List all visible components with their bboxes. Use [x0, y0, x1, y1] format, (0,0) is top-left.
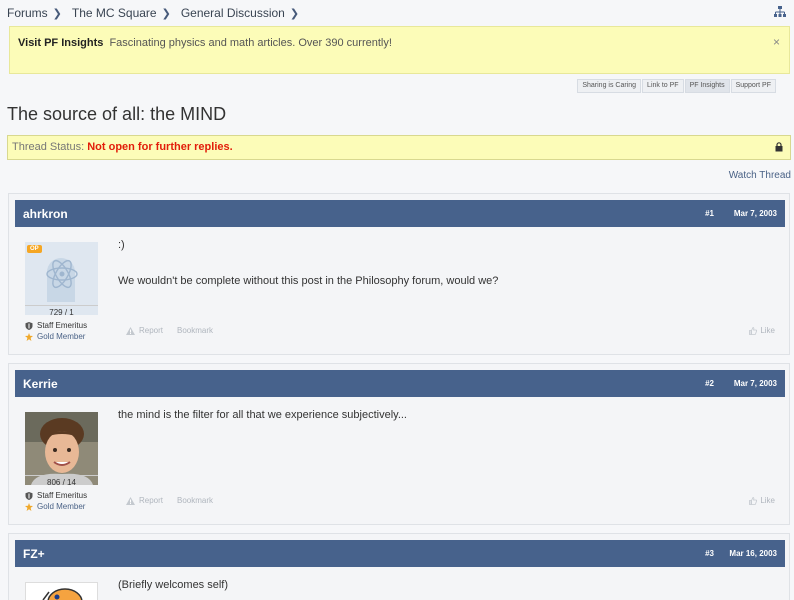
post-header: ahrkron #1 Mar 7, 2003	[15, 200, 785, 227]
breadcrumb-mc-square[interactable]: The MC Square ❯	[72, 6, 181, 20]
page-title: The source of all: the MIND	[7, 104, 227, 124]
chevron-right-icon: ❯	[161, 7, 171, 20]
user-roles: Staff Emeritus Gold Member	[25, 491, 87, 511]
post-text-line: the mind is the filter for all that we e…	[118, 409, 407, 421]
breadcrumb-label[interactable]: Forums	[7, 6, 48, 20]
notice-text: Visit PF Insights Fascinating physics an…	[18, 37, 392, 49]
post-body: the mind is the filter for all that we e…	[118, 397, 407, 433]
share-tab-support[interactable]: Support PF	[730, 79, 776, 93]
thread-status-label: Thread Status:	[12, 141, 85, 153]
post-header: Kerrie #2 Mar 7, 2003	[15, 370, 785, 397]
watch-thread-link[interactable]: Watch Thread	[729, 170, 791, 181]
post-number[interactable]: #3	[705, 549, 714, 558]
avatar[interactable]	[25, 582, 98, 600]
post-body: :) We wouldn't be complete without this …	[118, 227, 498, 299]
op-badge: OP	[27, 245, 42, 253]
like-label[interactable]: Like	[760, 326, 775, 335]
like-button[interactable]: Like	[749, 496, 775, 505]
like-button[interactable]: Like	[749, 326, 775, 335]
shield-icon	[25, 491, 33, 500]
thread-status-value: Not open for further replies.	[87, 141, 233, 153]
thread-status: Thread Status: Not open for further repl…	[7, 135, 791, 160]
post-text-line: (Briefly welcomes self)	[118, 579, 229, 591]
breadcrumb-general-discussion[interactable]: General Discussion ❯	[181, 6, 309, 20]
breadcrumb-forums[interactable]: Forums ❯	[7, 6, 72, 20]
role-gold-label[interactable]: Gold Member	[37, 332, 85, 341]
close-icon[interactable]: ×	[773, 35, 780, 49]
post-count: 729 / 1	[25, 305, 98, 317]
role-staff-label: Staff Emeritus	[37, 321, 88, 330]
shield-icon	[25, 321, 33, 330]
chevron-right-icon: ❯	[52, 7, 62, 20]
star-icon	[25, 332, 33, 341]
post: FZ+ #3 Mar 16, 2003 (Briefly welcomes se…	[8, 533, 790, 600]
post-actions: Report Bookmark	[126, 326, 213, 335]
warning-icon	[126, 326, 135, 335]
report-label[interactable]: Report	[139, 496, 163, 505]
post-date[interactable]: Mar 7, 2003	[734, 379, 777, 388]
post-author[interactable]: Kerrie	[23, 377, 58, 391]
share-tab-link[interactable]: Link to PF	[642, 79, 684, 93]
star-icon	[25, 502, 33, 511]
post-author[interactable]: ahrkron	[23, 207, 68, 221]
share-tab-sharing[interactable]: Sharing is Caring	[577, 79, 642, 93]
breadcrumb: Forums ❯ The MC Square ❯ General Discuss…	[7, 5, 309, 21]
post-header: FZ+ #3 Mar 16, 2003	[15, 540, 785, 567]
notice-banner: Visit PF Insights Fascinating physics an…	[9, 26, 790, 74]
breadcrumb-label[interactable]: The MC Square	[72, 6, 157, 20]
post-date[interactable]: Mar 7, 2003	[734, 209, 777, 218]
post: ahrkron #1 Mar 7, 2003 OP 729 / 1 Staff …	[8, 193, 790, 355]
post-date[interactable]: Mar 16, 2003	[729, 549, 777, 558]
bookmark-button[interactable]: Bookmark	[177, 496, 213, 505]
thumbs-up-icon	[749, 326, 758, 335]
share-tab-insights[interactable]: PF Insights	[684, 79, 730, 93]
role-gold-label[interactable]: Gold Member	[37, 502, 85, 511]
post-author[interactable]: FZ+	[23, 547, 45, 561]
post-count: 806 / 14	[25, 475, 98, 487]
user-roles: Staff Emeritus Gold Member	[25, 321, 87, 341]
share-bar: Sharing is Caring Link to PF PF Insights…	[576, 79, 776, 93]
role-staff-label: Staff Emeritus	[37, 491, 88, 500]
notice-body: Fascinating physics and math articles. O…	[109, 37, 392, 49]
role-gold: Gold Member	[25, 502, 87, 511]
warning-icon	[126, 496, 135, 505]
report-button[interactable]: Report	[126, 326, 163, 335]
post-actions: Report Bookmark	[126, 496, 213, 505]
post-number[interactable]: #2	[705, 379, 714, 388]
report-label[interactable]: Report	[139, 326, 163, 335]
role-staff: Staff Emeritus	[25, 321, 87, 330]
post-text-line: :)	[118, 239, 125, 251]
post-number[interactable]: #1	[705, 209, 714, 218]
post: Kerrie #2 Mar 7, 2003 806 / 14 Staff Eme…	[8, 363, 790, 525]
like-label[interactable]: Like	[760, 496, 775, 505]
role-staff: Staff Emeritus	[25, 491, 87, 500]
lock-icon	[775, 142, 783, 152]
notice-title[interactable]: Visit PF Insights	[18, 37, 103, 49]
bookmark-button[interactable]: Bookmark	[177, 326, 213, 335]
thumbs-up-icon	[749, 496, 758, 505]
post-body: (Briefly welcomes self)	[118, 567, 228, 600]
sitemap-icon[interactable]	[774, 6, 786, 18]
role-gold: Gold Member	[25, 332, 87, 341]
post-text-line: We wouldn't be complete without this pos…	[118, 275, 499, 287]
breadcrumb-label[interactable]: General Discussion	[181, 6, 285, 20]
report-button[interactable]: Report	[126, 496, 163, 505]
chevron-right-icon: ❯	[289, 7, 300, 20]
